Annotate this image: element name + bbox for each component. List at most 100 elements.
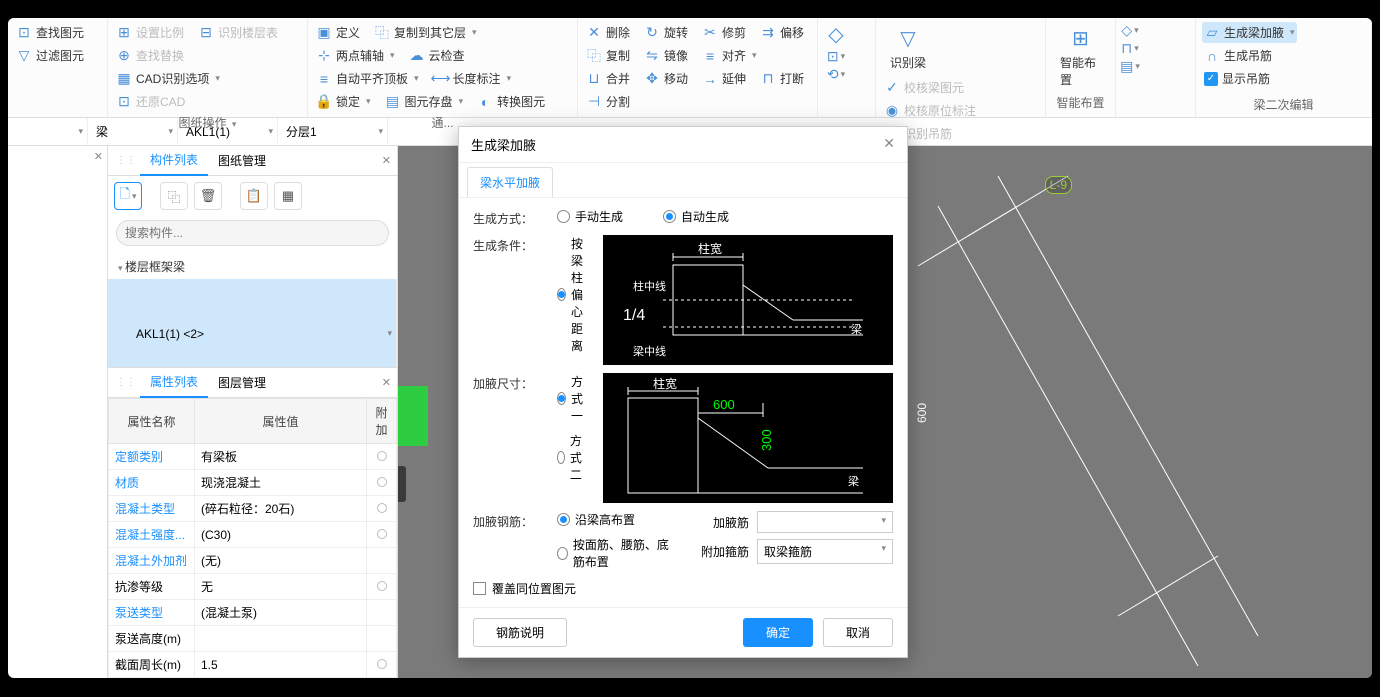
property-row[interactable]: 抗渗等级 无 — [109, 574, 397, 600]
radio-auto[interactable]: 自动生成 — [663, 208, 729, 225]
extend[interactable]: →延伸 — [700, 68, 748, 89]
gen-beam-haunch[interactable]: ▱生成梁加腋▾ — [1202, 22, 1297, 43]
new-button[interactable]: 🗋▾ — [114, 182, 142, 210]
prop-attach[interactable] — [367, 470, 397, 496]
checkbox-overwrite[interactable]: 覆盖同位置图元 — [473, 580, 893, 597]
property-row[interactable]: 混凝土强度... (C30) — [109, 522, 397, 548]
layer-button[interactable]: ▦ — [274, 182, 302, 210]
expand-handle[interactable] — [398, 466, 406, 502]
radio-by-eccentric[interactable]: 按梁柱偏心距离 — [557, 235, 589, 354]
property-row[interactable]: 材质 现浇混凝土 — [109, 470, 397, 496]
close-icon[interactable]: ✕ — [94, 150, 103, 163]
prop-value[interactable]: 1.5 — [195, 652, 367, 678]
offset[interactable]: ⇉偏移 — [758, 22, 806, 43]
ok-button[interactable]: 确定 — [743, 618, 813, 647]
tab-property-list[interactable]: 属性列表 — [140, 367, 208, 398]
rebar-explain-button[interactable]: 钢筋说明 — [473, 618, 567, 647]
selector-layer[interactable]: 分层1 — [278, 118, 388, 145]
prop-attach[interactable] — [367, 574, 397, 600]
tool-icon-4[interactable]: ◇ ▾ — [1122, 22, 1138, 38]
copy-other-layer[interactable]: ⿻复制到其它层▾ — [372, 22, 479, 43]
dialog-tab-horizontal[interactable]: 梁水平加腋 — [467, 167, 553, 197]
trim[interactable]: ✂修剪 — [700, 22, 748, 43]
tab-drawing-manage[interactable]: 图纸管理 — [208, 146, 276, 175]
selector-component[interactable]: AKL1(1) — [178, 118, 278, 145]
prop-attach[interactable] — [367, 600, 397, 626]
prop-value[interactable] — [195, 626, 367, 652]
radio-along-height[interactable]: 沿梁高布置 — [557, 511, 679, 528]
auto-flat-top[interactable]: ≡自动平齐顶板▾ — [314, 68, 421, 89]
tool-icon-3[interactable]: ⟲ ▾ — [828, 66, 844, 82]
tree-root[interactable]: 楼层框架梁 — [108, 254, 397, 279]
property-row[interactable]: 截面周长(m) 1.5 — [109, 652, 397, 678]
prop-value[interactable]: (无) — [195, 548, 367, 574]
merge[interactable]: ⊔合并 — [584, 68, 632, 89]
radio-method-1[interactable]: 方式一 — [557, 373, 589, 424]
prop-value[interactable]: 无 — [195, 574, 367, 600]
cad-rec-options[interactable]: ▦CAD识别选项▾ — [114, 68, 222, 89]
property-row[interactable]: 泵送高度(m) — [109, 626, 397, 652]
find-element[interactable]: ⊡查找图元 — [14, 22, 86, 43]
tool-icon-2[interactable]: ⊡ ▾ — [828, 48, 844, 64]
search-input[interactable] — [116, 220, 389, 246]
prop-value[interactable]: (碎石粒径：20石) — [195, 496, 367, 522]
rotate[interactable]: ↻旋转 — [642, 22, 690, 43]
paste-button[interactable]: 📋 — [240, 182, 268, 210]
prop-attach[interactable] — [367, 522, 397, 548]
cloud-check[interactable]: ☁云检查 — [407, 45, 467, 66]
prop-value[interactable]: 现浇混凝土 — [195, 470, 367, 496]
grip-icon[interactable]: ⋮⋮ — [112, 155, 140, 166]
convert-element[interactable]: ◐转换图元 — [475, 91, 547, 112]
delete[interactable]: ✕删除 — [584, 22, 632, 43]
two-point-axis[interactable]: ⊹两点辅轴▾ — [314, 45, 397, 66]
filter-element[interactable]: ▽过滤图元 — [14, 45, 86, 66]
break[interactable]: ⊓打断 — [758, 68, 806, 89]
prop-attach[interactable] — [367, 496, 397, 522]
selector-1[interactable] — [8, 118, 88, 145]
smart-layout[interactable]: ⊞智能布置 — [1052, 22, 1109, 92]
length-dim[interactable]: ⟷长度标注▾ — [431, 68, 514, 89]
prop-value[interactable]: 有梁板 — [195, 444, 367, 470]
property-row[interactable]: 泵送类型 (混凝土泵) — [109, 600, 397, 626]
define[interactable]: ▣定义 — [314, 22, 362, 43]
mirror[interactable]: ⇋镜像 — [642, 45, 690, 66]
dialog-close-icon[interactable]: ✕ — [883, 135, 895, 154]
tool-icon-5[interactable]: ⊓ ▾ — [1122, 40, 1138, 56]
radio-method-2[interactable]: 方式二 — [557, 432, 589, 483]
selected-element[interactable] — [398, 386, 428, 446]
split[interactable]: ⊣分割 — [584, 91, 632, 112]
prop-value[interactable]: (C30) — [195, 522, 367, 548]
tool-icon-1[interactable]: ◇ — [824, 22, 848, 46]
lock[interactable]: 🔒锁定▾ — [314, 91, 373, 112]
radio-manual[interactable]: 手动生成 — [557, 208, 623, 225]
show-hoop[interactable]: ✓显示吊筋 — [1202, 68, 1297, 89]
prop-attach[interactable] — [367, 652, 397, 678]
copy[interactable]: ⿻复制 — [584, 45, 632, 66]
move[interactable]: ✥移动 — [642, 68, 690, 89]
prop-attach[interactable] — [367, 626, 397, 652]
prop-attach[interactable] — [367, 548, 397, 574]
property-row[interactable]: 混凝土外加剂 (无) — [109, 548, 397, 574]
property-row[interactable]: 定额类别 有梁板 — [109, 444, 397, 470]
tab-component-list[interactable]: 构件列表 — [140, 145, 208, 176]
radio-by-bars[interactable]: 按面筋、腰筋、底筋布置 — [557, 536, 679, 570]
grip-icon[interactable]: ⋮⋮ — [112, 377, 140, 388]
property-row[interactable]: 混凝土类型 (碎石粒径：20石) — [109, 496, 397, 522]
panel-close-icon[interactable]: ✕ — [382, 154, 391, 167]
align[interactable]: ≡对齐▾ — [700, 45, 759, 66]
prop-attach[interactable] — [367, 444, 397, 470]
cancel-button[interactable]: 取消 — [823, 618, 893, 647]
tree-item[interactable]: AKL1(1) <2> — [108, 279, 397, 367]
input-add-stirrup[interactable]: 取梁箍筋 — [757, 539, 893, 564]
selector-category[interactable]: 梁 — [88, 118, 178, 145]
prop-value[interactable]: (混凝土泵) — [195, 600, 367, 626]
element-store[interactable]: ▤图元存盘▾ — [383, 91, 466, 112]
gen-hoop[interactable]: ∩生成吊筋 — [1202, 45, 1297, 66]
input-haunch-bar[interactable] — [757, 511, 893, 533]
copy-button[interactable]: ⿻ — [160, 182, 188, 210]
recognize-beam[interactable]: ▽识别梁 — [882, 22, 934, 75]
tab-layer-manage[interactable]: 图层管理 — [208, 368, 276, 397]
panel-close-icon[interactable]: ✕ — [382, 376, 391, 389]
delete-button[interactable]: 🗑 — [194, 182, 222, 210]
tool-icon-6[interactable]: ▤ ▾ — [1122, 58, 1138, 74]
